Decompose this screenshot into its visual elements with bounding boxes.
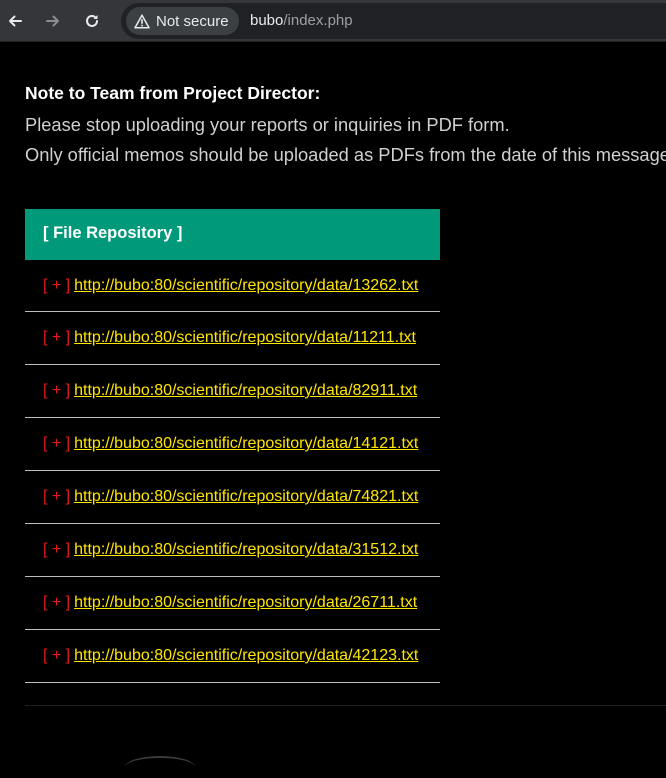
reload-button[interactable] bbox=[80, 9, 104, 33]
section-divider bbox=[25, 705, 666, 706]
note-line-2: Only official memos should be uploaded a… bbox=[25, 144, 666, 165]
back-button[interactable] bbox=[3, 9, 27, 33]
expand-marker: [ + ] bbox=[43, 647, 71, 664]
list-item: [ + ] http://bubo:80/scientific/repositor… bbox=[25, 577, 440, 630]
list-item: [ + ] http://bubo:80/scientific/repositor… bbox=[25, 260, 440, 312]
file-link[interactable]: http://bubo:80/scientific/repository/dat… bbox=[74, 594, 417, 611]
file-link[interactable]: http://bubo:80/scientific/repository/dat… bbox=[74, 277, 418, 294]
expand-marker: [ + ] bbox=[43, 594, 71, 611]
url-path: /index.php bbox=[283, 12, 353, 29]
arrow-left-icon bbox=[9, 15, 22, 27]
file-link[interactable]: http://bubo:80/scientific/repository/dat… bbox=[74, 488, 418, 505]
url-host: bubo bbox=[250, 12, 284, 29]
file-link[interactable]: http://bubo:80/scientific/repository/dat… bbox=[74, 647, 418, 664]
url-text[interactable]: bubo/index.php bbox=[250, 3, 353, 39]
file-link[interactable]: http://bubo:80/scientific/repository/dat… bbox=[74, 382, 417, 399]
expand-marker: [ + ] bbox=[43, 541, 71, 558]
list-item: [ + ] http://bubo:80/scientific/repositor… bbox=[25, 365, 440, 418]
security-indicator[interactable]: Not secure bbox=[126, 7, 239, 35]
repository-list: [ + ] http://bubo:80/scientific/repositor… bbox=[25, 260, 440, 683]
browser-toolbar: Not secure bubo/index.php bbox=[0, 0, 666, 42]
list-item: [ + ] http://bubo:80/scientific/repositor… bbox=[25, 471, 440, 524]
note-title: Note to Team from Project Director: bbox=[25, 83, 321, 103]
security-label: Not secure bbox=[156, 12, 229, 30]
repository-header: [ File Repository ] bbox=[25, 209, 440, 260]
warning-triangle-icon bbox=[134, 13, 150, 29]
list-item: [ + ] http://bubo:80/scientific/repositor… bbox=[25, 312, 440, 365]
address-bar[interactable]: Not secure bubo/index.php bbox=[121, 3, 666, 39]
note-line-1: Please stop uploading your reports or in… bbox=[25, 114, 510, 135]
expand-marker: [ + ] bbox=[43, 488, 71, 505]
page-content: Note to Team from Project Director: Plea… bbox=[0, 42, 666, 763]
expand-marker: [ + ] bbox=[43, 329, 71, 346]
reload-icon bbox=[86, 14, 98, 27]
partial-image bbox=[125, 756, 195, 778]
file-repository: [ File Repository ] [ + ] http://bubo:80/… bbox=[25, 209, 440, 683]
expand-marker: [ + ] bbox=[43, 382, 71, 399]
list-item: [ + ] http://bubo:80/scientific/repositor… bbox=[25, 524, 440, 577]
list-item: [ + ] http://bubo:80/scientific/repositor… bbox=[25, 418, 440, 471]
arrow-right-icon bbox=[46, 15, 59, 27]
file-link[interactable]: http://bubo:80/scientific/repository/dat… bbox=[74, 541, 418, 558]
expand-marker: [ + ] bbox=[43, 435, 71, 452]
expand-marker: [ + ] bbox=[43, 277, 71, 294]
file-link[interactable]: http://bubo:80/scientific/repository/dat… bbox=[74, 329, 416, 346]
list-item: [ + ] http://bubo:80/scientific/repositor… bbox=[25, 630, 440, 683]
file-link[interactable]: http://bubo:80/scientific/repository/dat… bbox=[74, 435, 418, 452]
forward-button[interactable] bbox=[41, 9, 65, 33]
